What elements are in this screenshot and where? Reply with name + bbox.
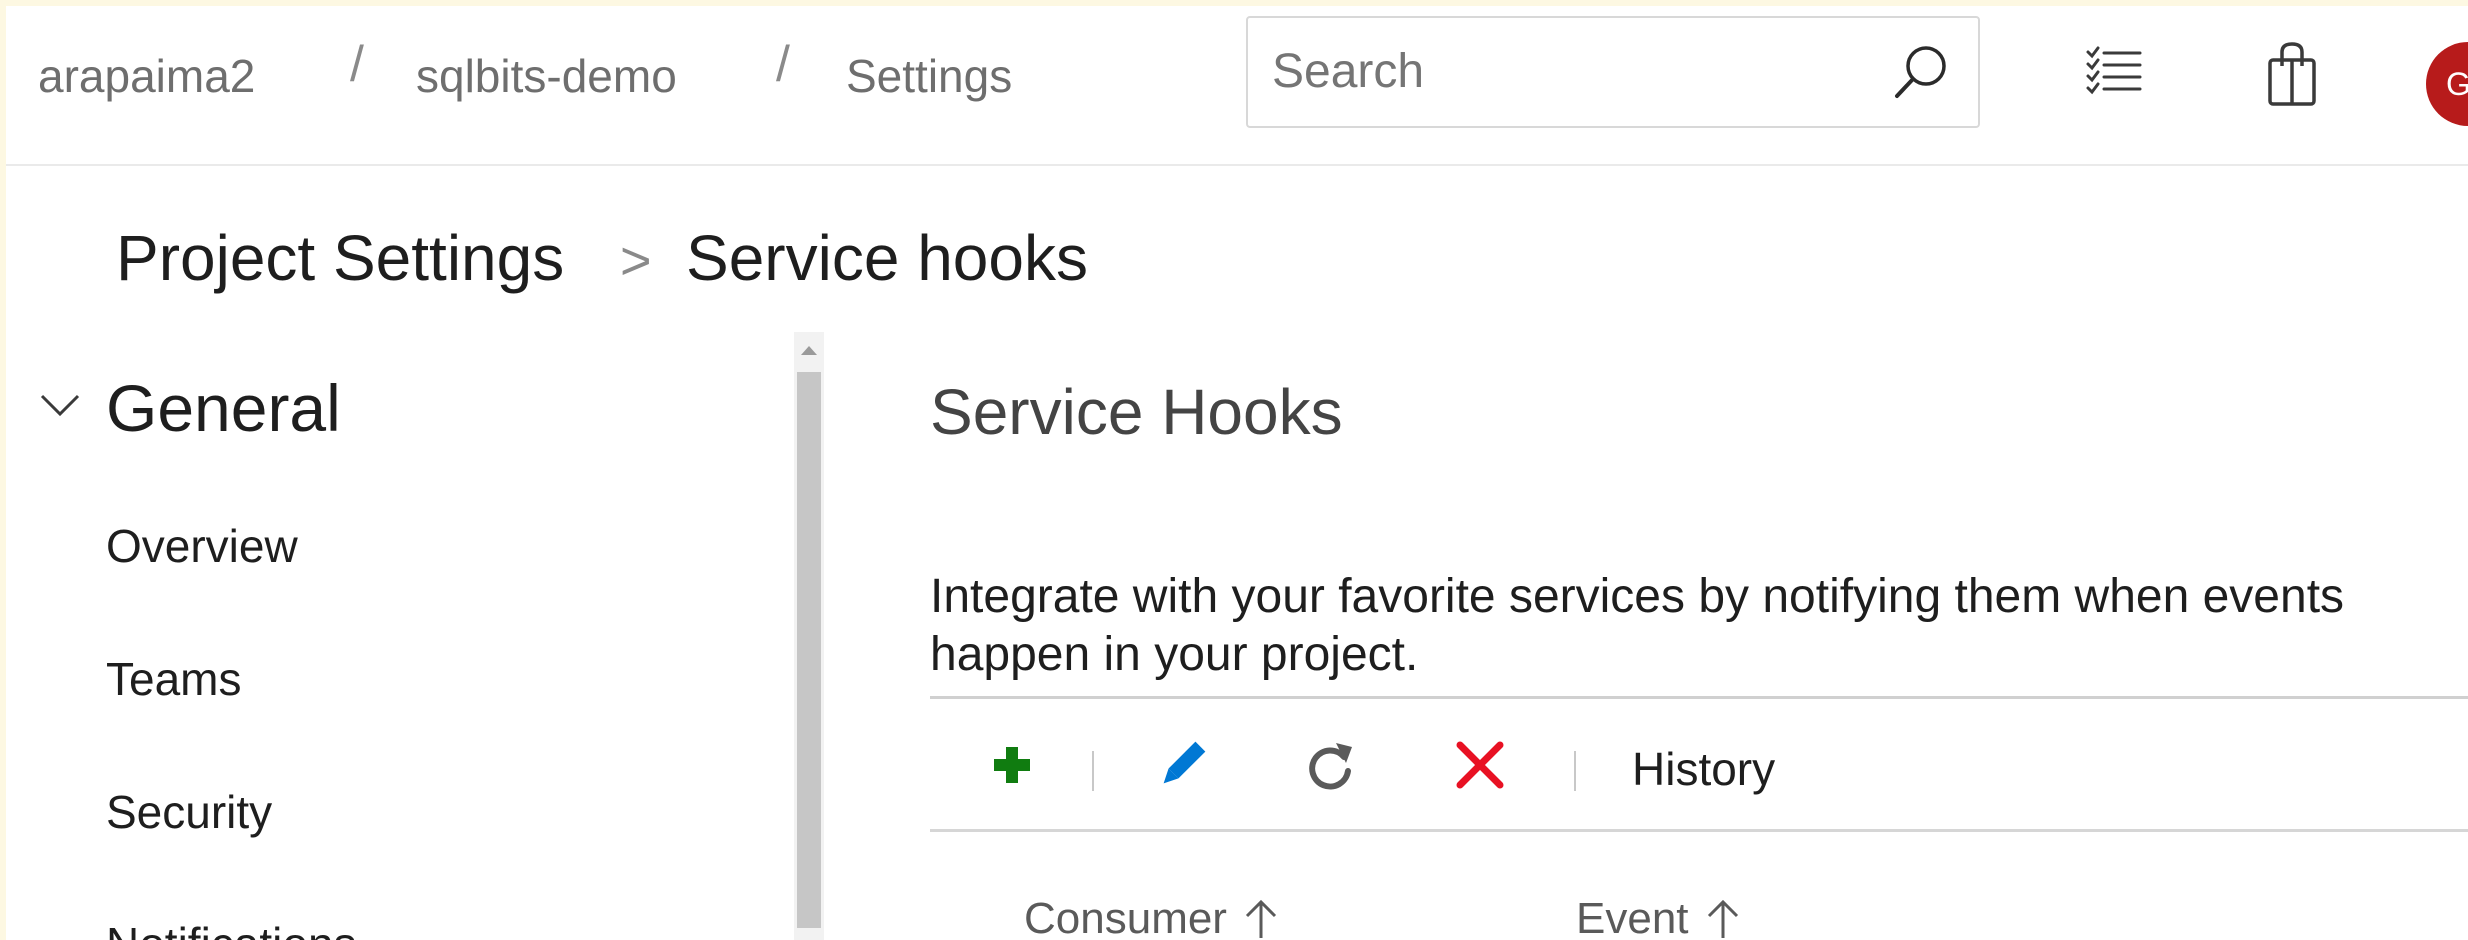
column-header-consumer[interactable]: Consumer	[1024, 892, 1281, 940]
breadcrumb-project[interactable]: sqlbits-demo	[416, 48, 677, 104]
search-box[interactable]	[1246, 16, 1980, 128]
task-list-icon[interactable]	[2082, 40, 2146, 104]
top-bar: arapaima2 / sqlbits-demo / Settings Sear…	[6, 6, 2468, 166]
breadcrumb-separator: /	[776, 36, 790, 92]
breadcrumb-separator: /	[350, 36, 364, 92]
search-icon[interactable]	[1886, 38, 1956, 108]
sidebar-item-security[interactable]: Security	[106, 784, 272, 840]
breadcrumb-organization[interactable]: arapaima2	[38, 48, 255, 104]
page-title: Project Settings	[116, 222, 565, 294]
breadcrumb-settings[interactable]: Settings	[846, 48, 1012, 104]
chevron-down-icon[interactable]	[38, 382, 82, 426]
edit-icon[interactable]	[1152, 735, 1212, 795]
column-header-label: Event	[1576, 894, 1689, 940]
column-header-label: Consumer	[1024, 894, 1227, 940]
refresh-icon[interactable]	[1300, 735, 1360, 795]
sort-ascending-icon	[1245, 899, 1277, 938]
page-subtitle: Service hooks	[686, 222, 1088, 294]
search-input[interactable]	[1272, 44, 1832, 100]
service-hooks-toolbar: History	[930, 699, 2468, 832]
user-avatar[interactable]: G	[2426, 42, 2468, 126]
section-description: Integrate with your favorite services by…	[930, 570, 2345, 681]
toolbar-separator	[1574, 751, 1576, 791]
sidebar-item-notifications[interactable]: Notifications	[106, 916, 357, 940]
shopping-bag-icon[interactable]	[2262, 40, 2322, 110]
sidebar-group-label[interactable]: General	[106, 368, 341, 448]
toolbar-separator	[1092, 751, 1094, 791]
column-header-event[interactable]: Event	[1576, 892, 1743, 940]
delete-icon[interactable]	[1450, 735, 1510, 795]
history-button[interactable]: History	[1632, 741, 1775, 797]
sidebar-scrollbar[interactable]	[794, 332, 824, 940]
sidebar-item-teams[interactable]: Teams	[106, 651, 241, 707]
sort-ascending-icon	[1707, 899, 1738, 938]
section-title: Service Hooks	[930, 376, 1343, 448]
chevron-right-icon: >	[620, 231, 652, 291]
scrollbar-thumb[interactable]	[797, 372, 821, 928]
app-frame: arapaima2 / sqlbits-demo / Settings Sear…	[6, 6, 2468, 940]
add-icon[interactable]	[982, 735, 1042, 795]
sidebar-item-overview[interactable]: Overview	[106, 518, 298, 574]
scroll-up-arrow-icon[interactable]	[801, 346, 817, 355]
